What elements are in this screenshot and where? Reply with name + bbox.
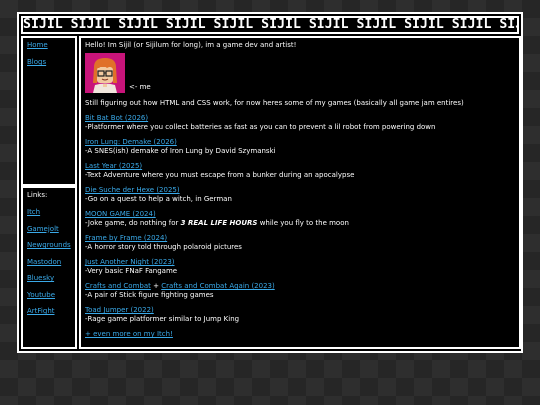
link-mastodon[interactable]: Mastodon bbox=[27, 258, 75, 267]
game-entry: Last Year (2025) -Text Adventure where y… bbox=[85, 162, 515, 180]
game-desc: -Joke game, do nothing for 3 REAL LIFE H… bbox=[85, 219, 515, 228]
game-entry: MOON GAME (2024) -Joke game, do nothing … bbox=[85, 210, 515, 228]
game-link-iron-lung-demake[interactable]: Iron Lung: Demake (2026) bbox=[85, 138, 515, 147]
game-entry: Just Another Night (2023) -Very basic FN… bbox=[85, 258, 515, 276]
nav-panel: Home Blogs bbox=[21, 36, 77, 186]
link-itch[interactable]: Itch bbox=[27, 208, 75, 217]
link-gamejolt[interactable]: Gamejolt bbox=[27, 225, 75, 234]
links-panel: Links: Itch Gamejolt Newgrounds Mastodon… bbox=[21, 186, 77, 349]
game-desc: -A horror story told through polaroid pi… bbox=[85, 243, 242, 251]
game-link-die-suche-der-hexe[interactable]: Die Suche der Hexe (2025) bbox=[85, 186, 515, 195]
intro-text: Hello! Im Sijil (or Sijilum for long), i… bbox=[85, 41, 297, 49]
game-entry: Frame by Frame (2024) -A horror story to… bbox=[85, 234, 515, 252]
game-link-toad-jumper[interactable]: Toad Jumper (2022) bbox=[85, 306, 515, 315]
site-header: SIJIL SIJIL SIJIL SIJIL SIJIL SIJIL SIJI… bbox=[21, 16, 519, 34]
link-artfight[interactable]: ArtFight bbox=[27, 307, 75, 316]
avatar bbox=[85, 53, 125, 93]
link-newgrounds[interactable]: Newgrounds bbox=[27, 241, 75, 250]
game-desc: -Go on a quest to help a witch, in Germa… bbox=[85, 195, 232, 203]
plus-separator: + bbox=[153, 282, 159, 290]
game-desc: -A pair of Stick figure fighting games bbox=[85, 291, 214, 299]
game-link-frame-by-frame[interactable]: Frame by Frame (2024) bbox=[85, 234, 515, 243]
game-link-bit-bat-bot[interactable]: Bit Bat Bot (2026) bbox=[85, 114, 515, 123]
game-entry: Toad Jumper (2022) -Rage game platformer… bbox=[85, 306, 515, 324]
link-bluesky[interactable]: Bluesky bbox=[27, 274, 75, 283]
game-entry: Die Suche der Hexe (2025) -Go on a quest… bbox=[85, 186, 515, 204]
game-desc: -Text Adventure where you must escape fr… bbox=[85, 171, 355, 179]
game-link-crafts-and-combat-again[interactable]: Crafts and Combat Again (2023) bbox=[161, 282, 275, 290]
main-content: Hello! Im Sijil (or Sijilum for long), i… bbox=[79, 36, 521, 349]
figuring-text: Still figuring out how HTML and CSS work… bbox=[85, 99, 464, 107]
game-link-last-year[interactable]: Last Year (2025) bbox=[85, 162, 515, 171]
game-desc-pre: -Joke game, do nothing for bbox=[85, 219, 181, 227]
nav-link-home[interactable]: Home bbox=[27, 41, 75, 50]
site-title: SIJIL SIJIL SIJIL SIJIL SIJIL SIJIL SIJI… bbox=[23, 17, 519, 32]
me-caption: <- me bbox=[129, 83, 151, 91]
game-title-row: Crafts and Combat + Crafts and Combat Ag… bbox=[85, 282, 515, 291]
link-youtube[interactable]: Youtube bbox=[27, 291, 75, 300]
nav-link-blogs[interactable]: Blogs bbox=[27, 58, 75, 67]
page-frame: SIJIL SIJIL SIJIL SIJIL SIJIL SIJIL SIJI… bbox=[17, 12, 523, 353]
game-desc: -A SNES(ish) demake of Iron Lung by Davi… bbox=[85, 147, 276, 155]
avatar-row: <- me bbox=[85, 53, 515, 93]
game-desc-hours: 3 REAL LIFE HOURS bbox=[180, 219, 258, 227]
game-entry: Crafts and Combat + Crafts and Combat Ag… bbox=[85, 282, 515, 300]
game-entry: Iron Lung: Demake (2026) -A SNES(ish) de… bbox=[85, 138, 515, 156]
links-heading: Links: bbox=[27, 191, 48, 199]
game-desc: -Very basic FNaF Fangame bbox=[85, 267, 178, 275]
game-link-just-another-night[interactable]: Just Another Night (2023) bbox=[85, 258, 515, 267]
game-desc-post: while you fly to the moon bbox=[257, 219, 349, 227]
game-entry: Bit Bat Bot (2026) -Platformer where you… bbox=[85, 114, 515, 132]
game-desc: -Platformer where you collect batteries … bbox=[85, 123, 436, 131]
more-on-itch-link[interactable]: + even more on my Itch! bbox=[85, 330, 515, 339]
game-link-crafts-and-combat[interactable]: Crafts and Combat bbox=[85, 282, 151, 290]
game-desc: -Rage game platformer similar to Jump Ki… bbox=[85, 315, 240, 323]
game-link-moon-game[interactable]: MOON GAME (2024) bbox=[85, 210, 515, 219]
